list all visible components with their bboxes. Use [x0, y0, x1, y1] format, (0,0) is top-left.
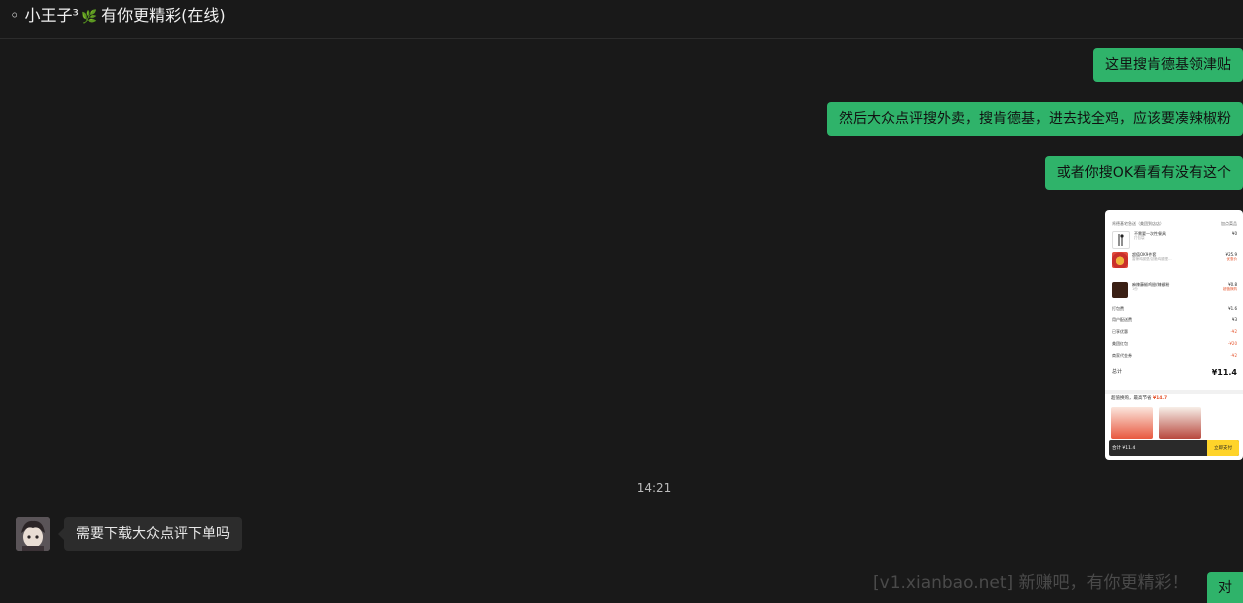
item-price: ¥0: [1231, 231, 1237, 236]
order-screenshot-image[interactable]: 肯德基宅急送（美团到店店） 加点菜品 不需要一次性餐具 打包袋 ¥0 超值OK9件…: [1105, 210, 1243, 460]
burger-set-image: [1112, 252, 1128, 268]
promo-text: 超值换购，最高节省: [1111, 396, 1152, 401]
order-total: 总计 ¥11.4: [1112, 368, 1237, 377]
fee-label: 用户配送费: [1112, 317, 1132, 322]
outgoing-message[interactable]: 然后大众点评搜外卖，搜肯德基，进去找全鸡，应该要凑辣椒粉: [827, 102, 1243, 136]
pie-image: [1159, 407, 1201, 439]
drink-image: [1111, 407, 1153, 439]
shop-name: 肯德基宅急送（美团到店店）: [1112, 221, 1164, 226]
total-label: 总计: [1112, 369, 1123, 375]
order-item: 麻辣藤椒鸡翅/辣椒粉 1份 ¥0.8 超值换购: [1112, 282, 1237, 302]
chili-powder-image: [1112, 282, 1128, 298]
fee-value: ¥1.6: [1228, 306, 1237, 311]
message-timestamp: 14:21: [636, 481, 672, 495]
outgoing-message[interactable]: 对: [1207, 572, 1243, 603]
watermark-text: [v1.xianbao.net] 新赚吧，有你更精彩！: [873, 573, 1189, 593]
fee-label: 打包费: [1112, 306, 1124, 311]
outgoing-message[interactable]: 这里搜肯德基领津贴: [1093, 48, 1243, 82]
fee-label: 美团红包: [1112, 341, 1128, 346]
pay-total: 合计 ¥11.4: [1112, 445, 1136, 451]
chat-title[interactable]: ◦ 小王子³ 🌿 有你更精彩(在线): [10, 2, 226, 26]
item-sub: 香辣鸡腿堡/劲脆鸡腿堡…: [1132, 257, 1172, 261]
contact-name-suffix: 有你更精彩(在线): [101, 6, 226, 25]
fee-line: 商家代金券 -¥2: [1112, 353, 1237, 358]
fee-line: 美团红包 -¥20: [1112, 341, 1237, 346]
pay-bar: 合计 ¥11.4 立即支付: [1109, 440, 1239, 456]
item-note: 超值换购: [1223, 287, 1237, 291]
fee-value: -¥2: [1230, 353, 1237, 358]
chat-header: ◦ 小王子³ 🌿 有你更精彩(在线): [0, 0, 1243, 39]
fee-value: -¥2: [1230, 329, 1237, 334]
fee-value: ¥3: [1231, 317, 1237, 322]
fee-label: 已享优惠: [1112, 329, 1128, 334]
divider: [1105, 390, 1243, 394]
promo-value: ¥14.7: [1152, 396, 1168, 401]
incoming-message[interactable]: 需要下载大众点评下单吗: [58, 517, 242, 551]
item-sub: 1份: [1132, 287, 1138, 291]
item-note: 优惠价: [1226, 257, 1238, 261]
item-sub: 打包袋: [1134, 236, 1145, 240]
add-item-link: 加点菜品: [1221, 221, 1237, 226]
utensil-icon: [1112, 231, 1130, 249]
contact-name-prefix: ◦ 小王子³: [10, 6, 79, 25]
fee-label: 商家代金券: [1112, 353, 1132, 358]
outgoing-message[interactable]: 或者你搜OK看看有没有这个: [1044, 156, 1243, 190]
fee-value: -¥20: [1227, 341, 1237, 346]
order-item: 不需要一次性餐具 打包袋 ¥0: [1112, 231, 1237, 251]
fee-line: 打包费 ¥1.6: [1112, 306, 1237, 311]
leaf-icon: 🌿: [80, 10, 98, 25]
fee-line: 用户配送费 ¥3: [1112, 317, 1237, 322]
contact-avatar[interactable]: [16, 517, 50, 551]
total-value: ¥11.4: [1211, 368, 1237, 377]
pay-button: 立即支付: [1207, 440, 1239, 456]
fee-line: 已享优惠 -¥2: [1112, 329, 1237, 334]
order-shop-header: 肯德基宅急送（美团到店店） 加点菜品: [1112, 221, 1237, 226]
promo-banner: 超值换购，最高节省 ¥14.7: [1111, 396, 1237, 401]
order-item: 超值OK9件套 香辣鸡腿堡/劲脆鸡腿堡… ¥25.9 优惠价: [1112, 252, 1237, 272]
